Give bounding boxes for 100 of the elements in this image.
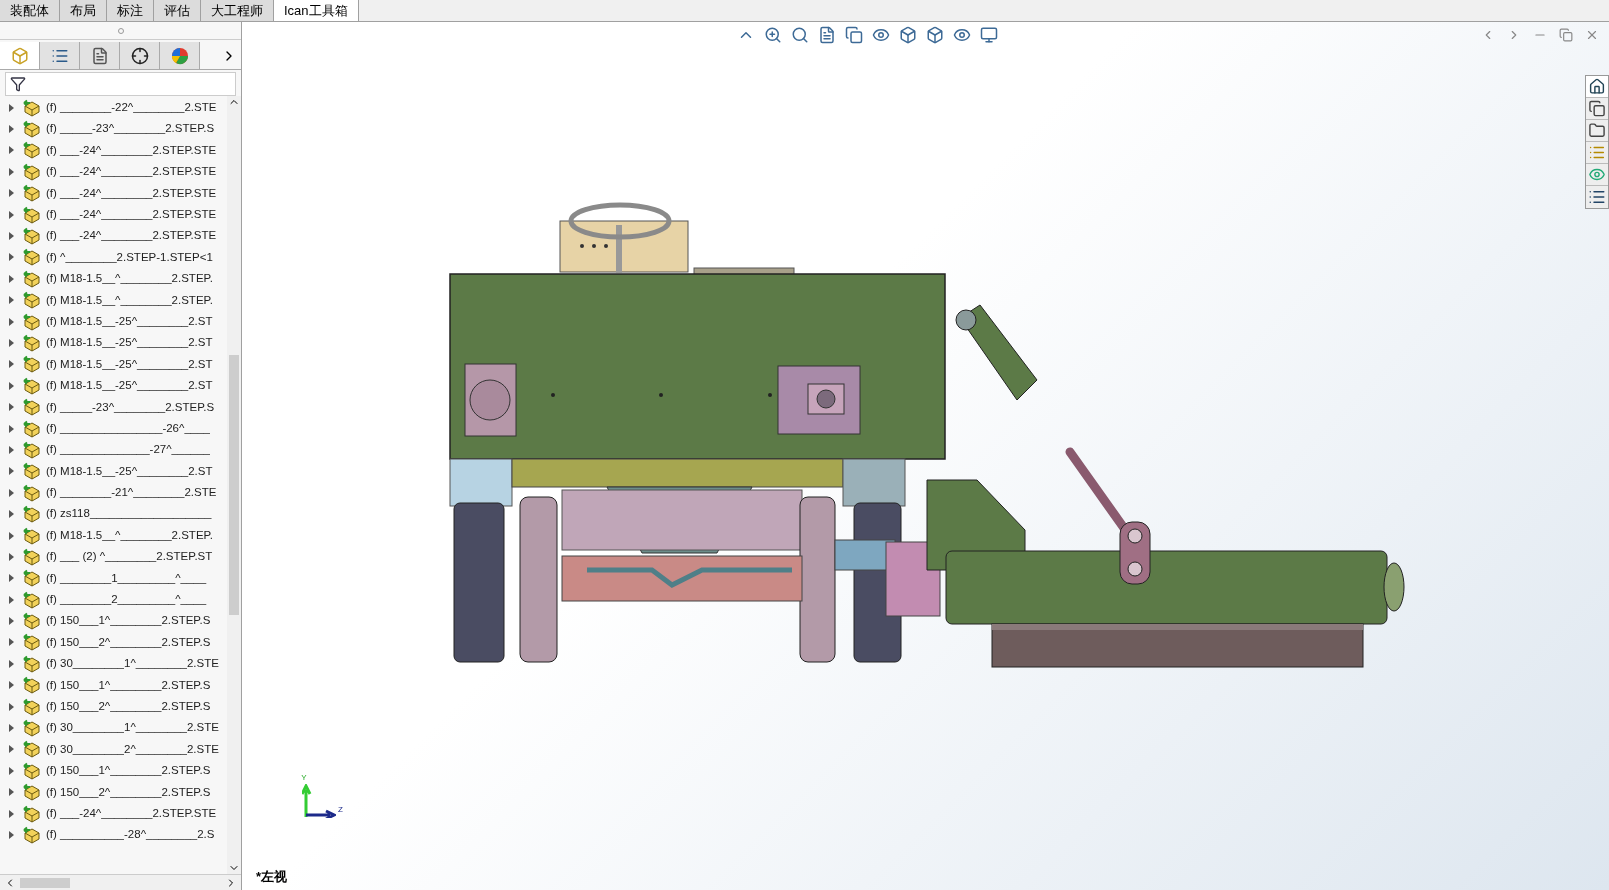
collapsed-arrow-icon[interactable] [8, 189, 14, 198]
tree-item[interactable]: (f) 30________1^________2.STE [0, 717, 227, 739]
tree-item[interactable]: (f) M18-1.5__-25^________2.ST [0, 353, 227, 376]
collapsed-arrow-icon[interactable] [8, 296, 14, 305]
collapsed-arrow-icon[interactable] [8, 403, 14, 412]
collapsed-arrow-icon[interactable] [8, 467, 14, 476]
command-tab[interactable]: 布局 [60, 0, 107, 21]
collapsed-arrow-icon[interactable] [8, 381, 14, 390]
tree-item[interactable]: (f) __________-28^________2.S [0, 824, 227, 846]
collapsed-arrow-icon[interactable] [8, 681, 14, 690]
tree-item[interactable]: (f) M18-1.5__-25^________2.ST [0, 460, 227, 483]
vertical-scrollbar[interactable] [227, 96, 241, 874]
tree-item[interactable]: (f) M18-1.5__-25^________2.ST [0, 310, 227, 333]
collapsed-arrow-icon[interactable] [8, 210, 14, 219]
collapsed-arrow-icon[interactable] [8, 103, 14, 112]
tree-item[interactable]: (f) _____-23^________2.STEP.S [0, 118, 227, 140]
collapsed-arrow-icon[interactable] [8, 724, 14, 732]
collapsed-arrow-icon[interactable] [8, 339, 14, 347]
part-icon [22, 205, 42, 224]
tree-item[interactable]: (f) M18-1.5__^________2.STEP. [0, 268, 227, 290]
collapsed-arrow-icon[interactable] [8, 809, 14, 818]
collapsed-arrow-icon[interactable] [8, 360, 14, 369]
tree-item[interactable]: (f) ___-24^________2.STEP.STE [0, 802, 227, 825]
tree-item[interactable]: (f) 30________1^________2.STE [0, 653, 227, 675]
tree-item[interactable]: (f) ___-24^________2.STEP.STE [0, 225, 227, 247]
collapsed-arrow-icon[interactable] [8, 125, 14, 134]
tree-item[interactable]: (f) 150___2^________2.STEP.S [0, 631, 227, 654]
part-icon [22, 633, 42, 652]
collapsed-arrow-icon[interactable] [8, 830, 14, 839]
tree-item[interactable]: (f) _____-23^________2.STEP.S [0, 396, 227, 418]
part-icon [22, 269, 42, 288]
zoom-icon[interactable] [764, 26, 782, 44]
tree-item[interactable]: (f) ___-24^________2.STEP.STE [0, 139, 227, 162]
collapsed-arrow-icon[interactable] [8, 274, 14, 283]
part-icon [22, 590, 42, 609]
tree-item[interactable]: (f) M18-1.5__-25^________2.ST [0, 375, 227, 397]
collapsed-arrow-icon[interactable] [8, 788, 14, 797]
manager-tab[interactable] [120, 42, 160, 69]
zoom-area-icon[interactable] [791, 26, 809, 44]
tree-item[interactable]: (f) ________-22^________2.STE [0, 97, 227, 119]
command-tab[interactable]: 评估 [154, 0, 201, 21]
collapsed-arrow-icon[interactable] [8, 595, 14, 604]
tree-item-label: (f) ___-24^________2.STEP.STE [46, 142, 217, 158]
cube-icon[interactable] [926, 26, 944, 44]
collapsed-arrow-icon[interactable] [8, 232, 14, 241]
collapsed-arrow-icon[interactable] [8, 702, 14, 711]
collapsed-arrow-icon[interactable] [8, 488, 14, 497]
tree-item[interactable]: (f) M18-1.5__-25^________2.ST [0, 332, 227, 354]
cube-icon[interactable] [899, 26, 917, 44]
tree-item[interactable]: (f) M18-1.5__^________2.STEP. [0, 289, 227, 311]
collapsed-arrow-icon[interactable] [8, 146, 14, 155]
command-tab[interactable]: 大工程师 [201, 0, 274, 21]
collapsed-arrow-icon[interactable] [8, 766, 14, 775]
tree-item[interactable]: (f) ___ (2) ^________2.STEP.ST [0, 546, 227, 568]
tree-item[interactable]: (f) 150___1^________2.STEP.S [0, 760, 227, 782]
collapsed-arrow-icon[interactable] [8, 510, 14, 519]
part-icon [22, 612, 42, 631]
restore-icon[interactable] [1559, 28, 1573, 42]
collapsed-arrow-icon[interactable] [8, 659, 14, 668]
close-icon[interactable] [1585, 28, 1599, 42]
tree-item[interactable]: (f) ___-24^________2.STEP.STE [0, 161, 227, 183]
scrollbar-thumb[interactable] [229, 355, 239, 615]
tree-item[interactable]: (f) 150___2^________2.STEP.S [0, 695, 227, 718]
home-icon[interactable] [1586, 76, 1608, 98]
collapsed-arrow-icon[interactable] [8, 638, 14, 647]
tree-item[interactable]: (f) ________________-26^____ [0, 417, 227, 440]
collapsed-arrow-icon[interactable] [8, 745, 14, 754]
command-tab[interactable]: 装配体 [0, 0, 60, 21]
scrollbar-thumb[interactable] [20, 877, 70, 888]
tree-item[interactable]: (f) 150___2^________2.STEP.S [0, 781, 227, 803]
tree-item[interactable]: (f) 150___1^________2.STEP.S [0, 610, 227, 632]
eye-icon[interactable] [953, 26, 971, 44]
collapsed-arrow-icon[interactable] [8, 531, 14, 540]
collapsed-arrow-icon[interactable] [8, 552, 14, 561]
tree-item[interactable]: (f) ________1_________^____ [0, 567, 227, 589]
collapsed-arrow-icon[interactable] [8, 424, 14, 433]
tree-item[interactable]: (f) ___-24^________2.STEP.STE [0, 182, 227, 204]
tree-item[interactable]: (f) ^________2.STEP-1.STEP<1 [0, 246, 227, 269]
tree-item[interactable]: (f) 150___1^________2.STEP.S [0, 674, 227, 696]
command-tab[interactable]: Ican工具箱 [274, 0, 359, 21]
tree-item[interactable]: (f) zs118___________________ [0, 503, 227, 525]
collapsed-arrow-icon[interactable] [8, 253, 14, 262]
tree-item-label: (f) M18-1.5__-25^________2.ST [46, 335, 213, 351]
tree-item[interactable]: (f) 30________2^________2.STE [0, 738, 227, 761]
manager-tab[interactable] [80, 42, 120, 69]
monitor-icon[interactable] [980, 26, 998, 44]
tree-item[interactable]: (f) ___-24^________2.STEP.STE [0, 203, 227, 226]
horizontal-scrollbar[interactable] [0, 874, 241, 890]
collapsed-arrow-icon[interactable] [8, 445, 14, 454]
collapsed-arrow-icon[interactable] [8, 574, 14, 583]
collapsed-arrow-icon[interactable] [8, 617, 14, 626]
folder-icon[interactable] [1586, 120, 1608, 142]
tree-item-label: (f) M18-1.5__-25^________2.ST [46, 313, 213, 329]
collapsed-arrow-icon[interactable] [8, 167, 14, 176]
tree-item[interactable]: (f) M18-1.5__^________2.STEP. [0, 524, 227, 547]
tree-item[interactable]: (f) ______________-27^______ [0, 439, 227, 461]
tree-item[interactable]: (f) ________-21^________2.STE [0, 482, 227, 504]
command-tab[interactable]: 标注 [107, 0, 154, 21]
collapsed-arrow-icon[interactable] [8, 317, 14, 326]
tree-item[interactable]: (f) ________2_________^____ [0, 589, 227, 611]
